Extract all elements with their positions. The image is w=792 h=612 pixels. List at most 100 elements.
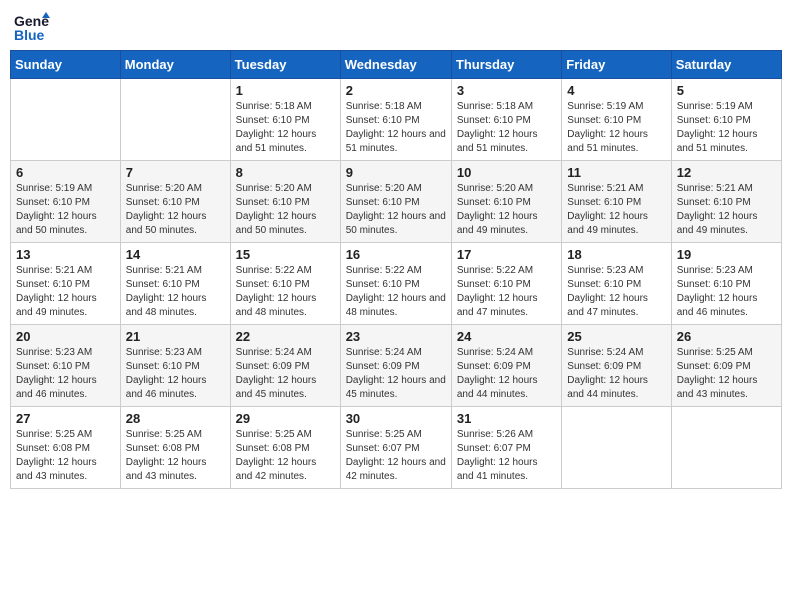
day-number: 19 [677, 247, 776, 262]
day-info: Sunrise: 5:20 AMSunset: 6:10 PMDaylight:… [126, 182, 225, 238]
day-info: Sunrise: 5:24 AMSunset: 6:09 PMDaylight:… [457, 346, 556, 402]
day-number: 30 [346, 411, 446, 426]
week-row-1: 1 Sunrise: 5:18 AMSunset: 6:10 PMDaylight… [11, 79, 782, 161]
page-header: General Blue [10, 10, 782, 46]
day-number: 6 [16, 165, 115, 180]
weekday-header-saturday: Saturday [671, 51, 781, 79]
day-number: 27 [16, 411, 115, 426]
day-number: 16 [346, 247, 446, 262]
weekday-header-tuesday: Tuesday [230, 51, 340, 79]
calendar-cell [120, 79, 230, 161]
calendar-cell: 31 Sunrise: 5:26 AMSunset: 6:07 PMDayligh… [451, 407, 561, 489]
day-info: Sunrise: 5:21 AMSunset: 6:10 PMDaylight:… [126, 264, 225, 320]
day-info: Sunrise: 5:24 AMSunset: 6:09 PMDaylight:… [567, 346, 665, 402]
calendar-cell: 18 Sunrise: 5:23 AMSunset: 6:10 PMDayligh… [562, 243, 671, 325]
calendar-cell: 14 Sunrise: 5:21 AMSunset: 6:10 PMDayligh… [120, 243, 230, 325]
week-row-5: 27 Sunrise: 5:25 AMSunset: 6:08 PMDayligh… [11, 407, 782, 489]
day-info: Sunrise: 5:23 AMSunset: 6:10 PMDaylight:… [16, 346, 115, 402]
day-number: 4 [567, 83, 665, 98]
day-number: 2 [346, 83, 446, 98]
logo-icon: General Blue [14, 10, 50, 46]
day-info: Sunrise: 5:19 AMSunset: 6:10 PMDaylight:… [16, 182, 115, 238]
week-row-2: 6 Sunrise: 5:19 AMSunset: 6:10 PMDaylight… [11, 161, 782, 243]
day-number: 8 [236, 165, 335, 180]
calendar-cell: 19Sunrise: 5:23 AMSunset: 6:10 PMDayligh… [671, 243, 781, 325]
calendar-cell: 8Sunrise: 5:20 AMSunset: 6:10 PMDaylight… [230, 161, 340, 243]
day-info: Sunrise: 5:24 AMSunset: 6:09 PMDaylight:… [236, 346, 335, 402]
calendar-cell: 27 Sunrise: 5:25 AMSunset: 6:08 PMDayligh… [11, 407, 121, 489]
day-info: Sunrise: 5:24 AMSunset: 6:09 PMDaylight:… [346, 346, 446, 402]
calendar-cell: 7 Sunrise: 5:20 AMSunset: 6:10 PMDaylight… [120, 161, 230, 243]
calendar-cell: 25 Sunrise: 5:24 AMSunset: 6:09 PMDayligh… [562, 325, 671, 407]
weekday-header-thursday: Thursday [451, 51, 561, 79]
calendar-cell: 3 Sunrise: 5:18 AMSunset: 6:10 PMDaylight… [451, 79, 561, 161]
day-info: Sunrise: 5:26 AMSunset: 6:07 PMDaylight:… [457, 428, 556, 484]
day-number: 15 [236, 247, 335, 262]
day-info: Sunrise: 5:22 AMSunset: 6:10 PMDaylight:… [236, 264, 335, 320]
day-info: Sunrise: 5:20 AMSunset: 6:10 PMDaylight:… [457, 182, 556, 238]
day-info: Sunrise: 5:20 AMSunset: 6:10 PMDaylight:… [346, 182, 446, 238]
calendar-cell: 10Sunrise: 5:20 AMSunset: 6:10 PMDayligh… [451, 161, 561, 243]
weekday-header-sunday: Sunday [11, 51, 121, 79]
day-info: Sunrise: 5:19 AMSunset: 6:10 PMDaylight:… [567, 100, 665, 156]
day-number: 3 [457, 83, 556, 98]
calendar-cell: 13 Sunrise: 5:21 AMSunset: 6:10 PMDayligh… [11, 243, 121, 325]
day-info: Sunrise: 5:23 AMSunset: 6:10 PMDaylight:… [567, 264, 665, 320]
day-number: 24 [457, 329, 556, 344]
calendar-cell: 23 Sunrise: 5:24 AMSunset: 6:09 PMDayligh… [340, 325, 451, 407]
calendar-cell: 6 Sunrise: 5:19 AMSunset: 6:10 PMDaylight… [11, 161, 121, 243]
day-number: 22 [236, 329, 335, 344]
calendar-table: SundayMondayTuesdayWednesdayThursdayFrid… [10, 50, 782, 489]
day-number: 1 [236, 83, 335, 98]
day-info: Sunrise: 5:22 AMSunset: 6:10 PMDaylight:… [457, 264, 556, 320]
day-number: 18 [567, 247, 665, 262]
day-number: 9 [346, 165, 446, 180]
day-info: Sunrise: 5:25 AMSunset: 6:08 PMDaylight:… [236, 428, 335, 484]
day-info: Sunrise: 5:18 AMSunset: 6:10 PMDaylight:… [346, 100, 446, 156]
calendar-cell: 5Sunrise: 5:19 AMSunset: 6:10 PMDaylight… [671, 79, 781, 161]
day-info: Sunrise: 5:21 AMSunset: 6:10 PMDaylight:… [16, 264, 115, 320]
day-number: 13 [16, 247, 115, 262]
day-number: 28 [126, 411, 225, 426]
day-info: Sunrise: 5:19 AMSunset: 6:10 PMDaylight:… [677, 100, 776, 156]
day-number: 20 [16, 329, 115, 344]
day-number: 31 [457, 411, 556, 426]
day-number: 23 [346, 329, 446, 344]
day-info: Sunrise: 5:18 AMSunset: 6:10 PMDaylight:… [457, 100, 556, 156]
week-row-3: 13 Sunrise: 5:21 AMSunset: 6:10 PMDayligh… [11, 243, 782, 325]
day-number: 11 [567, 165, 665, 180]
day-info: Sunrise: 5:23 AMSunset: 6:10 PMDaylight:… [126, 346, 225, 402]
day-info: Sunrise: 5:25 AMSunset: 6:07 PMDaylight:… [346, 428, 446, 484]
day-info: Sunrise: 5:25 AMSunset: 6:09 PMDaylight:… [677, 346, 776, 402]
day-info: Sunrise: 5:25 AMSunset: 6:08 PMDaylight:… [126, 428, 225, 484]
calendar-cell: 22 Sunrise: 5:24 AMSunset: 6:09 PMDayligh… [230, 325, 340, 407]
day-number: 21 [126, 329, 225, 344]
weekday-header-wednesday: Wednesday [340, 51, 451, 79]
week-row-4: 20 Sunrise: 5:23 AMSunset: 6:10 PMDayligh… [11, 325, 782, 407]
day-number: 25 [567, 329, 665, 344]
calendar-cell: 4 Sunrise: 5:19 AMSunset: 6:10 PMDaylight… [562, 79, 671, 161]
calendar-cell: 24 Sunrise: 5:24 AMSunset: 6:09 PMDayligh… [451, 325, 561, 407]
day-info: Sunrise: 5:22 AMSunset: 6:10 PMDaylight:… [346, 264, 446, 320]
calendar-cell: 12 Sunrise: 5:21 AMSunset: 6:10 PMDayligh… [671, 161, 781, 243]
calendar-cell: 2 Sunrise: 5:18 AMSunset: 6:10 PMDaylight… [340, 79, 451, 161]
calendar-cell: 9 Sunrise: 5:20 AMSunset: 6:10 PMDaylight… [340, 161, 451, 243]
day-info: Sunrise: 5:21 AMSunset: 6:10 PMDaylight:… [677, 182, 776, 238]
day-number: 29 [236, 411, 335, 426]
calendar-cell [671, 407, 781, 489]
day-info: Sunrise: 5:21 AMSunset: 6:10 PMDaylight:… [567, 182, 665, 238]
calendar-cell: 15 Sunrise: 5:22 AMSunset: 6:10 PMDayligh… [230, 243, 340, 325]
day-number: 14 [126, 247, 225, 262]
day-info: Sunrise: 5:25 AMSunset: 6:08 PMDaylight:… [16, 428, 115, 484]
calendar-cell: 29 Sunrise: 5:25 AMSunset: 6:08 PMDayligh… [230, 407, 340, 489]
day-number: 7 [126, 165, 225, 180]
day-number: 12 [677, 165, 776, 180]
weekday-header-friday: Friday [562, 51, 671, 79]
weekday-header-row: SundayMondayTuesdayWednesdayThursdayFrid… [11, 51, 782, 79]
weekday-header-monday: Monday [120, 51, 230, 79]
calendar-cell: 16 Sunrise: 5:22 AMSunset: 6:10 PMDayligh… [340, 243, 451, 325]
calendar-cell [562, 407, 671, 489]
svg-text:Blue: Blue [14, 27, 45, 43]
calendar-cell: 30 Sunrise: 5:25 AMSunset: 6:07 PMDayligh… [340, 407, 451, 489]
calendar-cell: 1Sunrise: 5:18 AMSunset: 6:10 PMDaylight… [230, 79, 340, 161]
